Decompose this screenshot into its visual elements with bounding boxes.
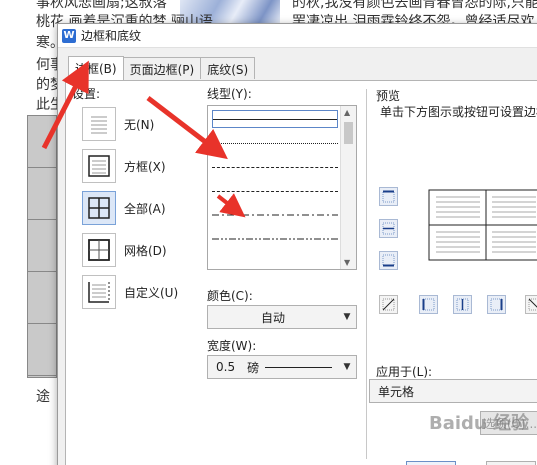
watermark-text: Baidu 经验 — [428, 413, 529, 434]
annotation-arrows — [41, 60, 246, 218]
arrow-to-dashed-line — [216, 193, 246, 218]
arrow-to-borders-tab — [41, 60, 89, 150]
arrow-to-line-style — [146, 96, 228, 160]
